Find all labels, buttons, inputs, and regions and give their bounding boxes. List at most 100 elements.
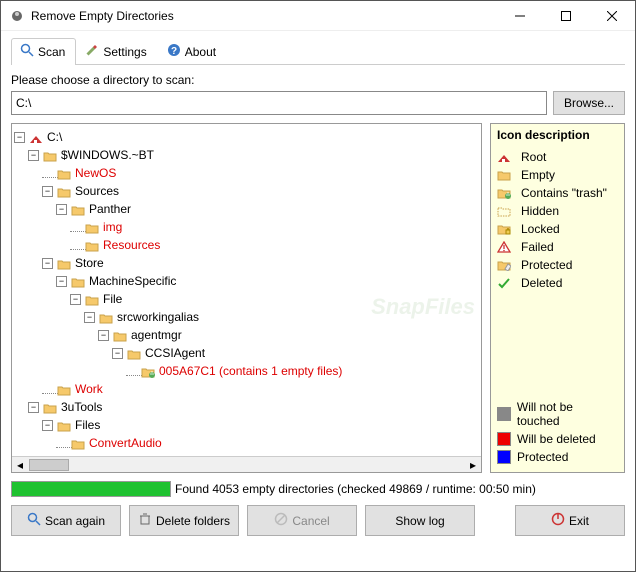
tree-node[interactable]: − File [14, 290, 479, 308]
folder-icon [497, 169, 511, 181]
expander-icon[interactable]: − [28, 150, 39, 161]
node-label: MachineSpecific [89, 272, 176, 290]
node-label: $WINDOWS.~BT [61, 146, 154, 164]
scan-again-button[interactable]: Scan again [11, 505, 121, 536]
node-label: 005A67C1 (contains 1 empty files) [159, 362, 342, 380]
tree-node[interactable]: −3uTools [14, 398, 479, 416]
expander-icon[interactable]: − [56, 276, 67, 287]
node-label: Store [75, 254, 104, 272]
tree-node[interactable]: −Sources [14, 182, 479, 200]
node-label: File [103, 290, 122, 308]
tree-node[interactable]: − agentmgr [14, 326, 479, 344]
legend-color-row: Will not be touched [497, 400, 618, 428]
tree-node[interactable]: − $WINDOWS.~BT [14, 146, 479, 164]
tree-node[interactable]: − srcworkingalias [14, 308, 479, 326]
legend-row: Hidden [497, 204, 618, 218]
scroll-right-icon[interactable]: ▸ [465, 458, 481, 472]
tree-node[interactable]: ConvertAudio [14, 434, 479, 452]
tab-scan[interactable]: Scan [11, 38, 76, 65]
tree-node[interactable]: img [14, 218, 479, 236]
show-log-button[interactable]: Show log [365, 505, 475, 536]
status-text: Found 4053 empty directories (checked 49… [175, 482, 625, 496]
tab-label: About [185, 45, 216, 59]
legend-label: Hidden [521, 204, 559, 218]
expander-icon[interactable]: − [56, 204, 67, 215]
tree-node[interactable]: − Store [14, 254, 479, 272]
legend-label: Root [521, 150, 546, 164]
legend-color-row: Will be deleted [497, 432, 618, 446]
close-button[interactable] [589, 1, 635, 31]
expander-icon[interactable]: − [42, 258, 53, 269]
folder-icon [127, 347, 141, 359]
expander-icon[interactable]: − [28, 402, 39, 413]
folder-icon [71, 275, 85, 287]
scroll-left-icon[interactable]: ◂ [12, 458, 28, 472]
expander-icon[interactable]: − [70, 294, 81, 305]
legend-panel: Icon description RootEmptyContains "tras… [490, 123, 625, 473]
exit-icon [551, 512, 565, 529]
color-swatch [497, 432, 511, 446]
folder-icon [57, 419, 71, 431]
folder-icon [85, 221, 99, 233]
tree-node[interactable]: −CCSIAgent [14, 344, 479, 362]
tabstrip: Scan Settings ? About [11, 37, 625, 65]
legend-label: Protected [517, 450, 568, 464]
expander-icon[interactable]: − [84, 312, 95, 323]
maximize-button[interactable] [543, 1, 589, 31]
expander-icon[interactable]: − [112, 348, 123, 359]
tab-about[interactable]: ? About [158, 38, 227, 65]
legend-row: Contains "trash" [497, 186, 618, 200]
expander-icon[interactable]: − [98, 330, 109, 341]
minimize-button[interactable] [497, 1, 543, 31]
tree-node[interactable]: 005A67C1 (contains 1 empty files) [14, 362, 479, 380]
node-label: Files [75, 416, 100, 434]
folder-icon [57, 185, 71, 197]
svg-text:?: ? [171, 46, 177, 57]
tab-label: Settings [103, 45, 146, 59]
tree-node[interactable]: Work [14, 380, 479, 398]
trash-icon [141, 365, 155, 377]
delete-icon [138, 512, 152, 529]
folder-icon [71, 437, 85, 449]
delete-folders-button[interactable]: Delete folders [129, 505, 239, 536]
horizontal-scrollbar[interactable]: ◂ ▸ [12, 456, 481, 472]
folder-icon [43, 149, 57, 161]
expander-icon[interactable]: − [42, 186, 53, 197]
tree-node[interactable]: − MachineSpecific [14, 272, 479, 290]
tree-node[interactable]: − Files [14, 416, 479, 434]
folder-icon [71, 203, 85, 215]
browse-button[interactable]: Browse... [553, 91, 625, 115]
directory-tree[interactable]: −C:\−$WINDOWS.~BTNewOS−Sources−Pantherim… [12, 124, 481, 456]
tree-node[interactable]: Resources [14, 236, 479, 254]
root-icon [29, 131, 43, 143]
deleted-icon [497, 277, 511, 289]
progress-bar [11, 481, 171, 497]
color-swatch [497, 407, 511, 421]
node-label: srcworkingalias [117, 308, 199, 326]
node-label: Work [75, 380, 103, 398]
folder-icon [43, 401, 57, 413]
expander-icon[interactable]: − [42, 420, 53, 431]
legend-label: Locked [521, 222, 560, 236]
search-icon [20, 43, 34, 60]
tree-node[interactable]: −C:\ [14, 128, 479, 146]
directory-tree-panel: −C:\−$WINDOWS.~BTNewOS−Sources−Pantherim… [11, 123, 482, 473]
tab-settings[interactable]: Settings [76, 38, 157, 65]
legend-label: Will be deleted [517, 432, 596, 446]
node-label: agentmgr [131, 326, 182, 344]
folder-icon [85, 239, 99, 251]
tab-label: Scan [38, 45, 65, 59]
tree-node[interactable]: NewOS [14, 164, 479, 182]
legend-label: Empty [521, 168, 555, 182]
cancel-button[interactable]: Cancel [247, 505, 357, 536]
folder-icon [57, 383, 71, 395]
tree-node[interactable]: −Panther [14, 200, 479, 218]
scrollbar-thumb[interactable] [29, 459, 69, 471]
node-label: img [103, 218, 122, 236]
cancel-icon [274, 512, 288, 529]
root-icon [497, 151, 511, 163]
expander-icon[interactable]: − [14, 132, 25, 143]
path-input[interactable] [11, 91, 547, 115]
color-swatch [497, 450, 511, 464]
exit-button[interactable]: Exit [515, 505, 625, 536]
